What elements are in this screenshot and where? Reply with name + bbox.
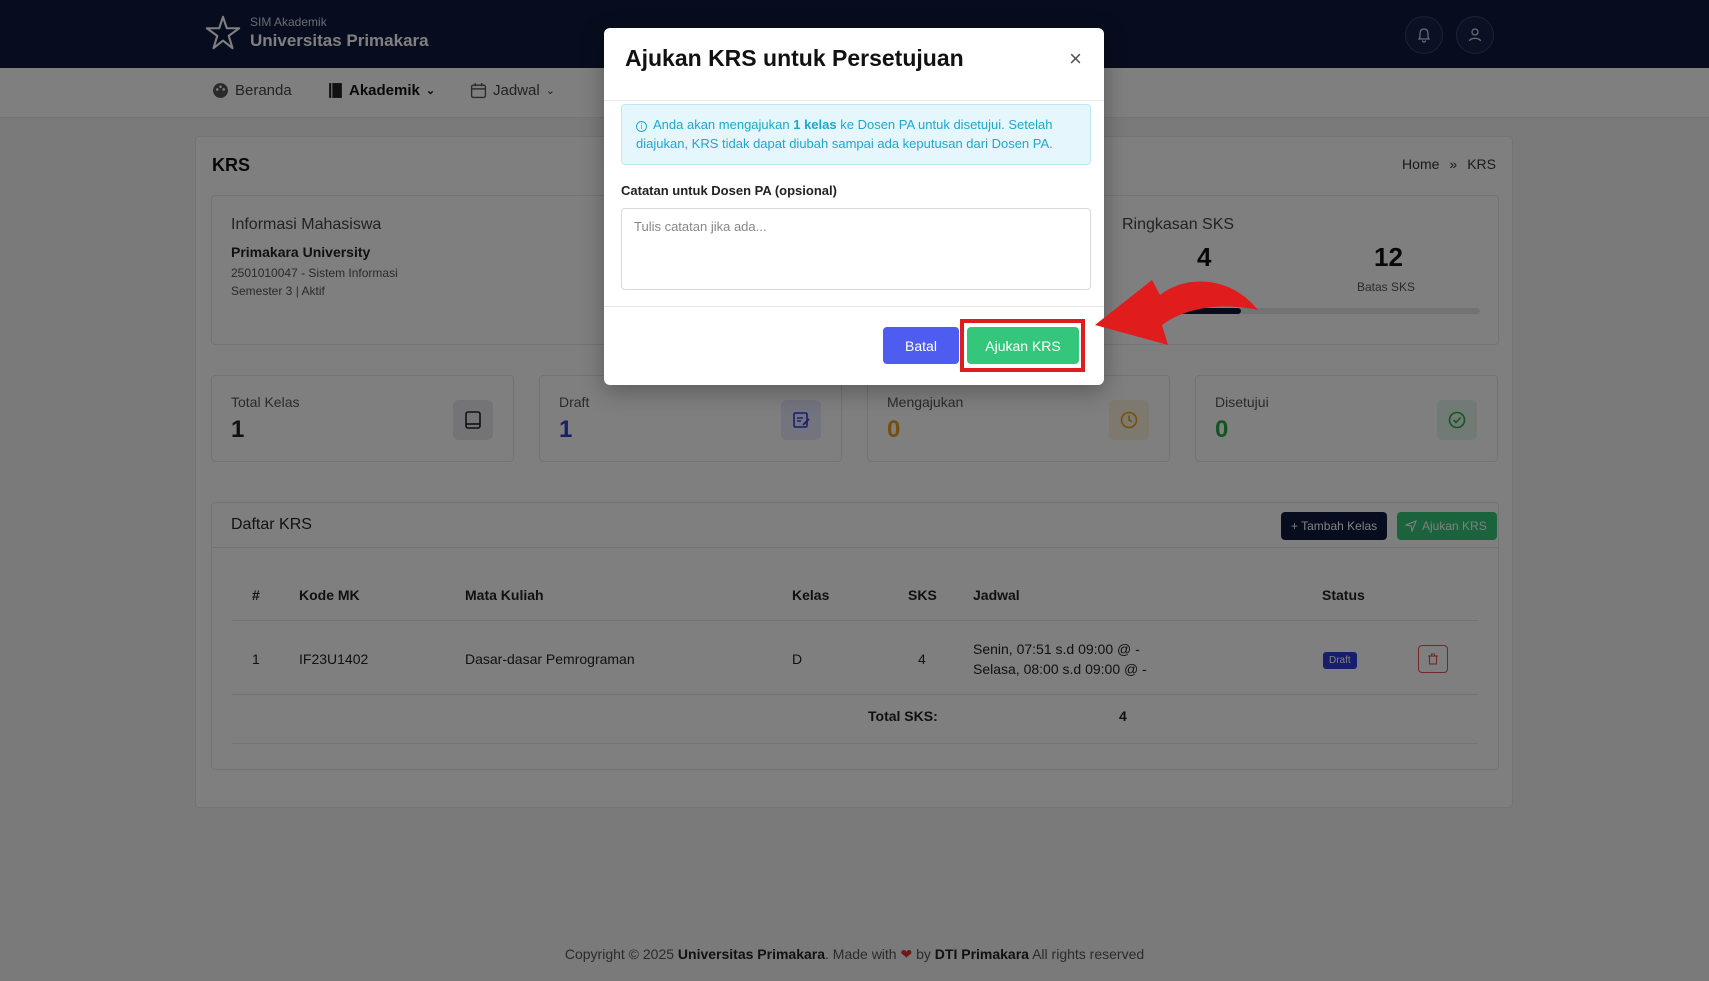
note-textarea[interactable] [621, 208, 1091, 290]
modal-divider [604, 306, 1104, 307]
modal-divider [604, 100, 1104, 101]
info-icon: i [636, 121, 647, 132]
alert-text-bold: 1 kelas [793, 117, 837, 132]
note-label: Catatan untuk Dosen PA (opsional) [621, 183, 837, 198]
pointer-arrow-icon [1095, 280, 1258, 345]
highlight-box [960, 319, 1085, 372]
cancel-button[interactable]: Batal [883, 327, 959, 364]
modal-title: Ajukan KRS untuk Persetujuan [625, 45, 964, 71]
info-alert: i Anda akan mengajukan 1 kelas ke Dosen P… [621, 104, 1091, 165]
close-icon[interactable]: × [1069, 46, 1082, 72]
alert-text-pre: Anda akan mengajukan [653, 117, 790, 132]
